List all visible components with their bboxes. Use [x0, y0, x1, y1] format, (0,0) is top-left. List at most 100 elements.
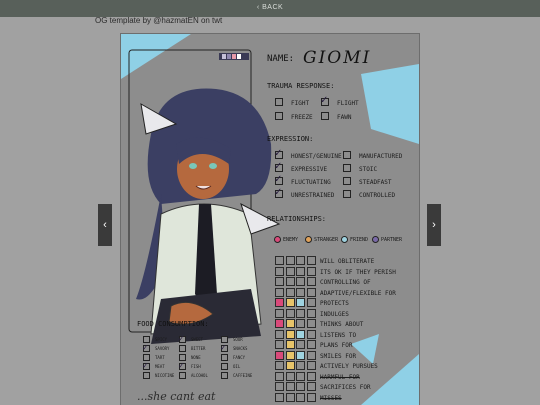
checkbox-caffeine: [221, 372, 228, 379]
food-title: FOOD CONSUMPTION:: [137, 320, 209, 328]
trauma-label: FREEZE: [291, 114, 313, 121]
grid-cell: [296, 256, 305, 265]
checkmark-icon: ✓: [142, 361, 149, 370]
relationship-row-label: PROTECTS: [320, 300, 349, 307]
grid-cell: [275, 256, 284, 265]
expression-label: CONTROLLED: [359, 192, 396, 199]
grid-cell: [306, 361, 316, 370]
grid-cell: [285, 277, 295, 286]
grid-cell: [285, 340, 295, 349]
grid-cell: [275, 329, 284, 339]
grid-cell: [296, 287, 305, 297]
relationship-row-label: INDULGES: [320, 310, 349, 318]
grid-cell: [285, 329, 295, 339]
expression-label: STEADFAST: [359, 179, 392, 186]
grid-cell: [306, 340, 316, 349]
relationship-row-label: THINKS ABOUT: [320, 321, 364, 328]
expression-label: HONEST/GENUINE: [291, 153, 342, 160]
grid-cell: [285, 319, 295, 328]
grid-cell: [285, 361, 295, 370]
relationship-row-label: WILL OBLITERATE: [320, 258, 375, 265]
grid-cell: [306, 256, 316, 265]
checkbox-alcohol: [179, 372, 186, 379]
relationship-row-label: HARMFUL FOR: [320, 373, 360, 381]
food-label: SNACKS: [233, 346, 248, 351]
character-sheet-image: NAME: GIOMI TRAUMA RESPONSE: FIGHT ✓ FLI…: [120, 33, 420, 405]
grid-cell: [275, 392, 284, 402]
grid-cell: [296, 340, 305, 349]
food-label: ALCOHOL: [191, 373, 208, 378]
prev-arrow-button[interactable]: ‹: [98, 204, 112, 246]
relationship-row-label: SMILES FOR: [320, 352, 357, 360]
grid-cell: [306, 329, 316, 339]
relationship-row-label: PLANS FOR: [320, 342, 353, 349]
template-credit: OG template by @hazmatEN on twt: [95, 16, 223, 25]
grid-cell: [285, 256, 295, 265]
food-label: TART: [155, 355, 165, 360]
grid-cell: [296, 319, 305, 328]
checkmark-icon: ✓: [274, 174, 283, 185]
grid-cell: [275, 382, 284, 391]
legend-label: FRIEND: [350, 237, 369, 243]
checkbox-freeze: [275, 112, 283, 120]
relationship-row-label: ITS OK IF THEY PERISH: [320, 268, 396, 276]
checkbox-none: [179, 354, 186, 361]
checkbox-controlled: [343, 190, 351, 198]
relationship-row-label: CONTROLLING OF: [320, 279, 371, 286]
expression-label: FLUCTUATING: [291, 179, 331, 186]
next-arrow-button[interactable]: ›: [427, 204, 441, 246]
name-label: NAME:: [267, 54, 295, 64]
food-label: CAFFEINE: [233, 373, 253, 378]
checkmark-icon: ✓: [274, 148, 283, 159]
checkbox-spicy: [143, 336, 150, 343]
checkbox-steadfast: [343, 177, 351, 185]
grid-cell: [306, 392, 316, 402]
checkmark-icon: ✓: [274, 187, 283, 198]
grid-cell: [285, 308, 295, 318]
checkbox-sour: [221, 336, 228, 343]
trauma-label: FLIGHT: [337, 100, 359, 107]
grid-cell: [275, 340, 284, 349]
handwritten-note: ...she cant eat: [137, 390, 216, 403]
grid-cell: [275, 298, 284, 307]
grid-cell: [275, 371, 284, 381]
checkbox-fawn: [321, 112, 329, 120]
relationship-row-label: SACRIFICES FOR: [320, 384, 371, 391]
grid-cell: [296, 266, 305, 276]
partner-dot: [372, 236, 379, 243]
checkmark-icon: ✓: [274, 161, 283, 172]
checkbox-oil: [221, 363, 228, 370]
grid-cell: [306, 277, 316, 286]
expression-label: STOIC: [359, 166, 378, 173]
grid-cell: [275, 277, 284, 286]
grid-cell: [275, 287, 284, 297]
grid-cell: [285, 287, 295, 297]
checkbox-fancy: [221, 354, 228, 361]
expression-label: MANUFACTURED: [359, 153, 403, 160]
checkmark-icon: ✓: [220, 343, 227, 352]
grid-cell: [285, 382, 295, 391]
relationship-row-label: ADAPTIVE/FLEXIBLE FOR: [320, 289, 396, 297]
back-button[interactable]: ‹ BACK: [0, 4, 540, 11]
grid-cell: [275, 308, 284, 318]
relationships-title: RELATIONSHIPS:: [267, 215, 327, 223]
trauma-label: FIGHT: [291, 100, 310, 107]
expression-title: EXPRESSION:: [267, 135, 314, 143]
grid-cell: [296, 277, 305, 286]
food-label: OIL: [233, 364, 241, 369]
checkmark-icon: ✓: [142, 343, 149, 352]
grid-cell: [275, 350, 284, 360]
grid-cell: [296, 329, 305, 339]
grid-cell: [296, 350, 305, 360]
checkmark-icon: ✓: [178, 334, 185, 343]
grid-cell: [275, 266, 284, 276]
checkmark-icon: ✓: [178, 361, 185, 370]
legend-label: STRANGER: [314, 237, 339, 243]
grid-cell: [285, 350, 295, 360]
grid-cell: [306, 308, 316, 318]
food-label: SPICY: [155, 337, 168, 342]
grid-cell: [296, 382, 305, 391]
grid-cell: [296, 361, 305, 370]
relationship-row-label: MISSES: [320, 394, 342, 402]
grid-cell: [285, 371, 295, 381]
